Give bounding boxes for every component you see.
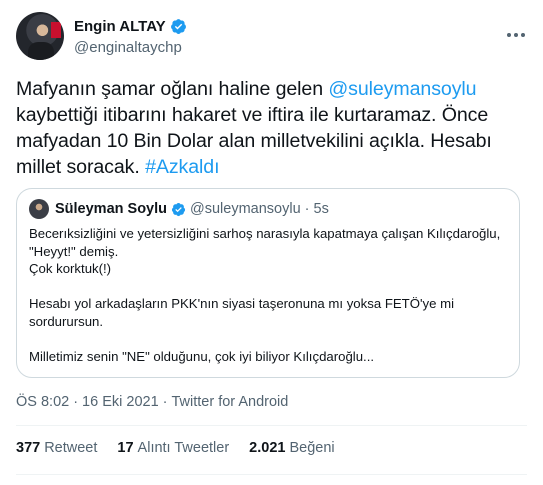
verified-badge-icon bbox=[171, 202, 186, 216]
mention-link[interactable]: @suleymansoylu bbox=[328, 78, 476, 100]
quoted-text-line: Becerıksizliğini ve yetersizliğini sarho… bbox=[29, 226, 501, 241]
retweets-count: 377 bbox=[16, 440, 41, 456]
quoted-text-line: sordurursun. bbox=[29, 313, 104, 329]
retweets-label: Retweet bbox=[44, 440, 98, 456]
more-options-icon[interactable] bbox=[505, 24, 527, 46]
divider bbox=[16, 474, 527, 475]
quotes-label: Alıntı Tweetler bbox=[137, 440, 230, 456]
avatar-flag bbox=[51, 22, 61, 38]
separator-dot: · bbox=[73, 394, 79, 410]
separator-dot: · bbox=[162, 394, 168, 410]
tweet-time[interactable]: ÖS 8:02 bbox=[16, 394, 69, 410]
quotes-stat[interactable]: 17 Alıntı Tweetler bbox=[117, 440, 229, 456]
quoted-tweet-body: Becerıksizliğini ve yetersizliğini sarho… bbox=[29, 225, 507, 365]
quoted-text-line: Hesabı yol arkadaşların PKK'nın siyasi t… bbox=[29, 296, 455, 311]
tweet-header: Engin ALTAY @enginaltaychp bbox=[16, 12, 527, 64]
tweet-text: Mafyanın şamar oğlanı haline gelen @sule… bbox=[16, 76, 531, 180]
tweet-meta: ÖS 8:02 · 16 Eki 2021 · Twitter for Andr… bbox=[16, 394, 288, 410]
quoted-tweet-header: Süleyman Soylu @suleymansoylu · 5s bbox=[29, 199, 507, 219]
quoted-author-avatar bbox=[29, 199, 49, 219]
quotes-count: 17 bbox=[117, 440, 134, 456]
author-avatar[interactable] bbox=[16, 12, 64, 60]
more-dot bbox=[514, 33, 518, 37]
tweet-stats: 377 Retweet 17 Alıntı Tweetler 2.021 Beğ… bbox=[16, 440, 335, 456]
divider bbox=[16, 425, 527, 426]
quoted-tweet-card[interactable]: Süleyman Soylu @suleymansoylu · 5s Becer… bbox=[16, 188, 520, 378]
likes-stat[interactable]: 2.021 Beğeni bbox=[249, 440, 334, 456]
quoted-text-line: "Heyyt!" demiş. bbox=[29, 243, 119, 259]
verified-badge-icon bbox=[170, 19, 186, 34]
quoted-author-handle: @suleymansoylu bbox=[190, 201, 301, 217]
hashtag-link[interactable]: #Azkaldı bbox=[145, 156, 219, 178]
quoted-text-line: Çok korktuk(!) bbox=[29, 261, 112, 276]
likes-count: 2.021 bbox=[249, 440, 286, 456]
quoted-author-name: Süleyman Soylu bbox=[55, 201, 168, 217]
more-dot bbox=[507, 33, 511, 37]
more-dot bbox=[521, 33, 525, 37]
quoted-text-line: Milletimiz senin "NE" olduğunu, çok iyi … bbox=[29, 348, 375, 364]
tweet-text-segment: Mafyanın şamar oğlanı haline gelen bbox=[16, 78, 329, 100]
separator-dot: · bbox=[304, 201, 310, 217]
tweet-date[interactable]: 16 Eki 2021 bbox=[82, 394, 159, 410]
author-handle[interactable]: @enginaltaychp bbox=[74, 39, 182, 56]
tweet-source[interactable]: Twitter for Android bbox=[171, 394, 288, 410]
author-name-row: Engin ALTAY bbox=[74, 18, 187, 35]
avatar-figure bbox=[28, 42, 54, 60]
likes-label: Beğeni bbox=[289, 440, 335, 456]
retweets-stat[interactable]: 377 Retweet bbox=[16, 440, 97, 456]
author-display-name[interactable]: Engin ALTAY bbox=[74, 18, 166, 35]
quoted-tweet-time[interactable]: 5s bbox=[314, 201, 329, 217]
tweet-text-segment: kaybettiği itibarını hakaret ve iftira i… bbox=[16, 104, 492, 178]
